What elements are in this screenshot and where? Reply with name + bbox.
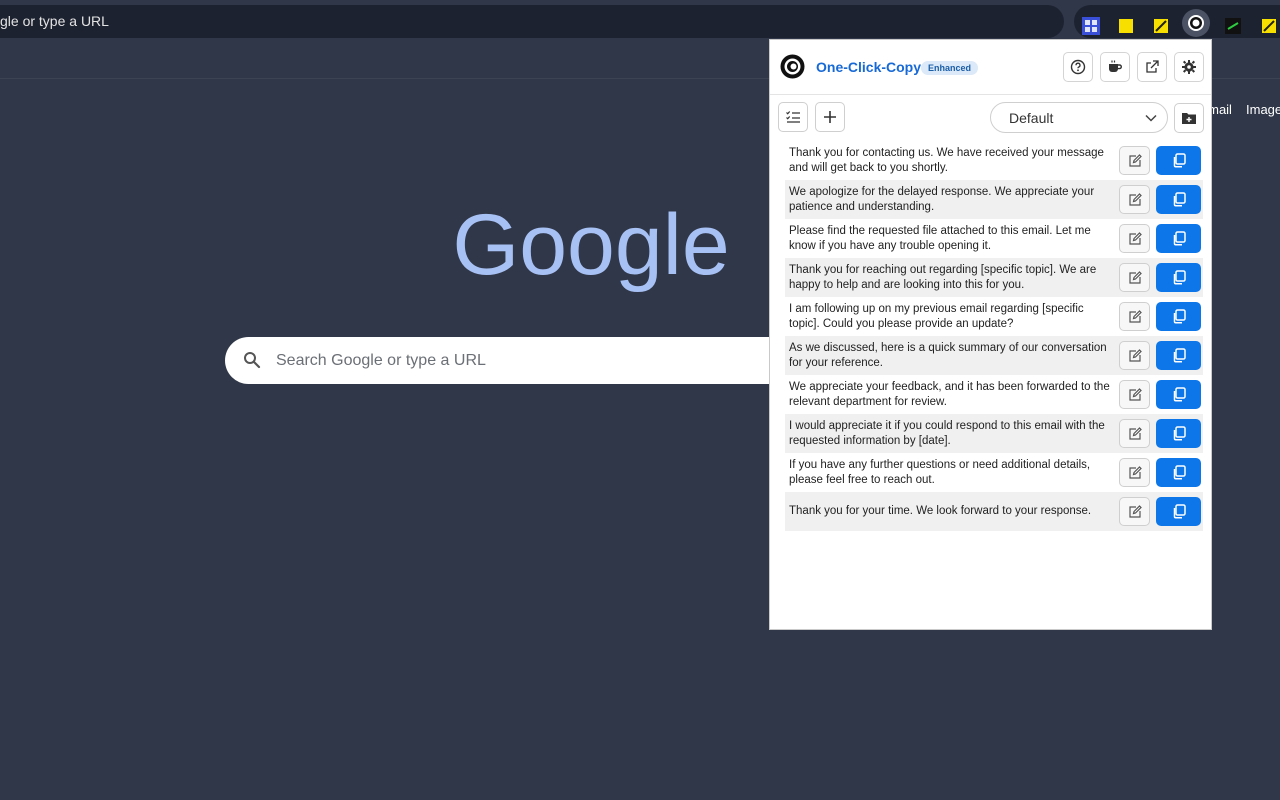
snippet-text: We apologize for the delayed response. W…: [789, 185, 1095, 213]
one-click-copy-popup: One-Click-Copy Enhanced Default Thank yo…: [769, 39, 1212, 630]
copy-snippet-button[interactable]: [1156, 224, 1201, 253]
ntp-search-placeholder: Search Google or type a URL: [276, 352, 486, 369]
google-logo-text: Google: [452, 197, 729, 293]
copy-icon: [1173, 309, 1186, 324]
copy-snippet-button[interactable]: [1156, 380, 1201, 409]
edit-icon: [1128, 309, 1142, 323]
category-select[interactable]: Default: [990, 102, 1168, 133]
grid-extension-icon[interactable]: [1082, 17, 1100, 35]
help-button[interactable]: [1063, 52, 1093, 82]
yellow-note-extension-icon[interactable]: [1152, 17, 1170, 35]
yellow-square-extension-icon[interactable]: [1117, 17, 1135, 35]
edit-icon: [1128, 153, 1142, 167]
snippet-row: We appreciate your feedback, and it has …: [785, 375, 1203, 414]
gear-icon: [1182, 60, 1196, 74]
edit-icon: [1128, 504, 1142, 518]
snippet-text: Please find the requested file attached …: [789, 224, 1091, 252]
copy-icon: [1173, 231, 1186, 246]
checklist-button[interactable]: [778, 102, 808, 132]
folder-plus-icon: [1182, 113, 1196, 124]
copy-snippet-button[interactable]: [1156, 419, 1201, 448]
help-icon: [1070, 59, 1086, 75]
popup-header: One-Click-Copy Enhanced: [770, 40, 1211, 95]
snippet-row: As we discussed, here is a quick summary…: [785, 336, 1203, 375]
address-bar[interactable]: gle or type a URL: [0, 5, 1064, 38]
copy-icon: [1173, 426, 1186, 441]
copy-snippet-button[interactable]: [1156, 185, 1201, 214]
copy-icon: [1173, 348, 1186, 363]
edit-icon: [1128, 231, 1142, 245]
copy-snippet-button[interactable]: [1156, 263, 1201, 292]
edit-icon: [1128, 387, 1142, 401]
copy-snippet-button[interactable]: [1156, 497, 1201, 526]
edit-icon: [1128, 348, 1142, 362]
copy-icon: [1173, 153, 1186, 168]
edit-icon: [1128, 270, 1142, 284]
settings-button[interactable]: [1174, 52, 1204, 82]
snippet-text: Thank you for your time. We look forward…: [789, 505, 1092, 517]
coffee-icon: [1109, 60, 1122, 72]
snippet-row: Thank you for contacting us. We have rec…: [785, 141, 1203, 180]
google-logo: Google: [452, 197, 729, 293]
app-logo-icon: [780, 54, 805, 79]
snippet-row: Thank you for reaching out regarding [sp…: [785, 258, 1203, 297]
category-value: Default: [1009, 110, 1054, 126]
images-link[interactable]: Images: [1246, 102, 1280, 117]
add-snippet-button[interactable]: [815, 102, 845, 132]
copy-snippet-button[interactable]: [1156, 341, 1201, 370]
extensions-strip: [1074, 5, 1280, 38]
snippet-text: We appreciate your feedback, and it has …: [789, 380, 1110, 408]
one-click-copy-extension-icon[interactable]: [1182, 9, 1210, 37]
snippet-text: Thank you for reaching out regarding [sp…: [789, 263, 1097, 291]
terminal-extension-icon[interactable]: [1224, 17, 1242, 35]
snippet-text: I would appreciate it if you could respo…: [789, 419, 1105, 447]
edit-snippet-button[interactable]: [1119, 497, 1150, 526]
edit-snippet-button[interactable]: [1119, 263, 1150, 292]
edit-icon: [1128, 426, 1142, 440]
snippet-text: I am following up on my previous email r…: [789, 302, 1084, 330]
copy-snippet-button[interactable]: [1156, 302, 1201, 331]
edit-snippet-button[interactable]: [1119, 185, 1150, 214]
open-external-button[interactable]: [1137, 52, 1167, 82]
snippet-row: Thank you for your time. We look forward…: [785, 492, 1203, 531]
copy-snippet-button[interactable]: [1156, 146, 1201, 175]
copy-icon: [1173, 504, 1186, 519]
snippet-row: Please find the requested file attached …: [785, 219, 1203, 258]
snippet-row: If you have any further questions or nee…: [785, 453, 1203, 492]
edit-icon: [1128, 465, 1142, 479]
edit-snippet-button[interactable]: [1119, 458, 1150, 487]
snippet-row: I would appreciate it if you could respo…: [785, 414, 1203, 453]
coffee-button[interactable]: [1100, 52, 1130, 82]
edit-snippet-button[interactable]: [1119, 146, 1150, 175]
copy-icon: [1173, 465, 1186, 480]
snippet-row: I am following up on my previous email r…: [785, 297, 1203, 336]
edit-icon: [1128, 192, 1142, 206]
checklist-icon: [786, 111, 800, 123]
chevron-down-icon: [1145, 114, 1157, 122]
snippet-text: As we discussed, here is a quick summary…: [789, 341, 1107, 369]
address-bar-text[interactable]: gle or type a URL: [0, 5, 109, 38]
enhanced-badge: Enhanced: [921, 61, 979, 75]
edit-snippet-button[interactable]: [1119, 224, 1150, 253]
copy-icon: [1173, 192, 1186, 207]
yellow-note-extension-icon-2[interactable]: [1260, 17, 1278, 35]
copy-snippet-button[interactable]: [1156, 458, 1201, 487]
plus-icon: [824, 111, 836, 123]
copy-icon: [1173, 270, 1186, 285]
add-folder-button[interactable]: [1174, 103, 1204, 133]
edit-snippet-button[interactable]: [1119, 380, 1150, 409]
search-icon: [243, 351, 261, 374]
edit-snippet-button[interactable]: [1119, 302, 1150, 331]
snippet-row: We apologize for the delayed response. W…: [785, 180, 1203, 219]
copy-icon: [1173, 387, 1186, 402]
app-name: One-Click-Copy: [816, 59, 922, 75]
external-link-icon: [1146, 60, 1159, 73]
snippet-text: Thank you for contacting us. We have rec…: [789, 146, 1104, 174]
edit-snippet-button[interactable]: [1119, 419, 1150, 448]
snippet-list: Thank you for contacting us. We have rec…: [785, 141, 1203, 531]
snippet-text: If you have any further questions or nee…: [789, 458, 1091, 486]
edit-snippet-button[interactable]: [1119, 341, 1150, 370]
browser-toolbar: gle or type a URL: [0, 0, 1280, 42]
